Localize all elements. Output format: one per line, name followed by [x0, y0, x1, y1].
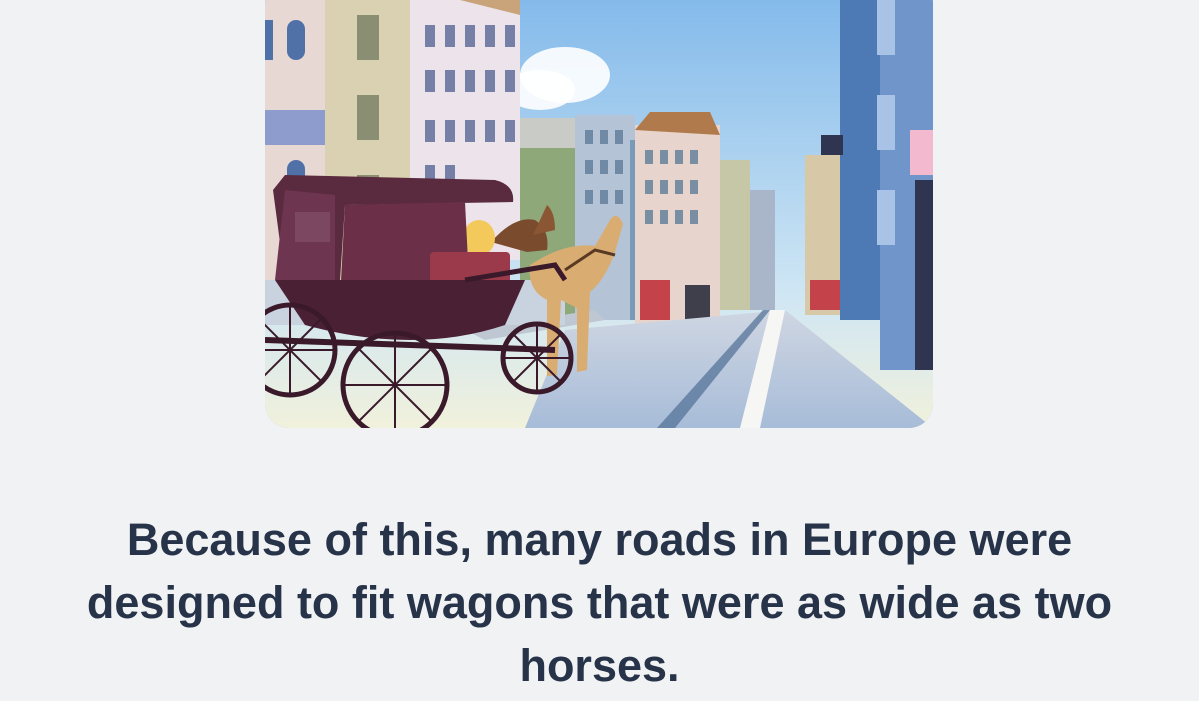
street-scene-image	[265, 0, 933, 428]
lesson-page: Because of this, many roads in Europe we…	[0, 0, 1199, 701]
lesson-caption-text: Because of this, many roads in Europe we…	[86, 514, 1113, 691]
horse-carriage-street-illustration	[265, 0, 933, 428]
